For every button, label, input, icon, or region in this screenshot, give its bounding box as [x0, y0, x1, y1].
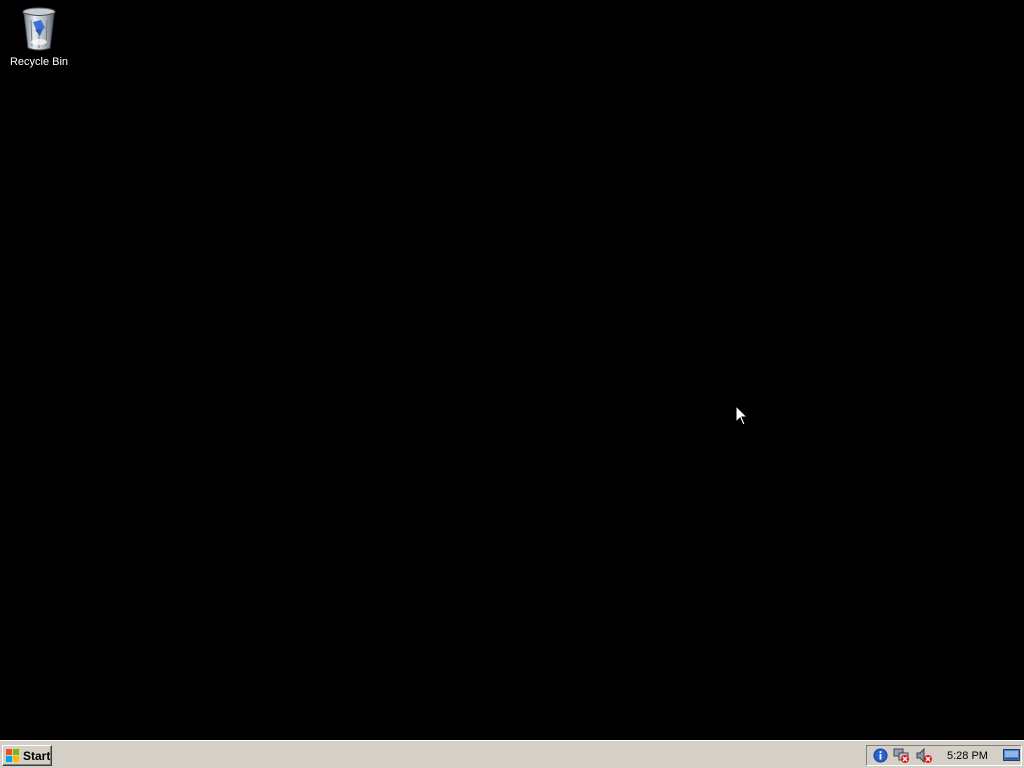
- start-label: Start: [23, 748, 51, 763]
- show-desktop-icon[interactable]: [1002, 747, 1020, 764]
- desktop-icon-recycle-bin[interactable]: Recycle Bin: [4, 6, 74, 70]
- info-icon[interactable]: [871, 747, 889, 765]
- desktop[interactable]: Recycle Bin: [0, 0, 1024, 740]
- recycle-bin-icon: [22, 7, 56, 51]
- mouse-pointer-icon: [735, 405, 749, 426]
- start-button[interactable]: Start: [2, 745, 52, 766]
- clock[interactable]: 5:28 PM: [947, 750, 988, 762]
- desktop-icon-label: Recycle Bin: [9, 56, 69, 68]
- taskbar: Start 5:28 PM: [0, 740, 1024, 768]
- system-tray: 5:28 PM: [866, 745, 1022, 766]
- volume-muted-icon[interactable]: [915, 747, 933, 765]
- windows-logo-icon: [6, 748, 19, 762]
- network-disconnected-icon[interactable]: [893, 747, 911, 765]
